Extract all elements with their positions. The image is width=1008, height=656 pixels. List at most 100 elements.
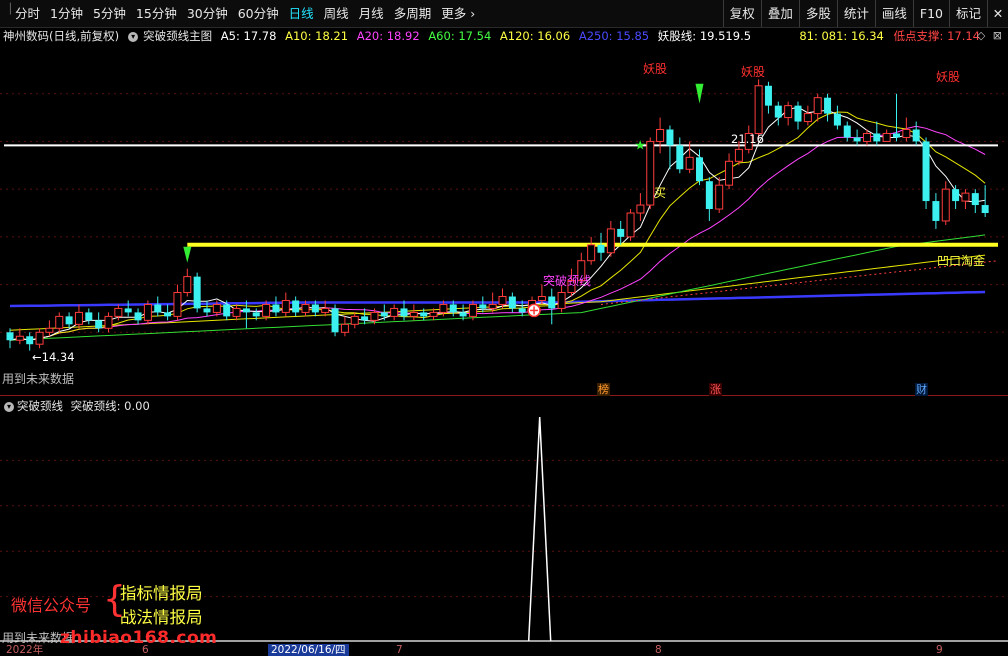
candle-body[interactable] (252, 312, 260, 317)
candle-body[interactable] (774, 105, 782, 118)
candle-body[interactable] (636, 204, 645, 214)
candle-body[interactable] (390, 307, 399, 317)
candle-body[interactable] (35, 331, 44, 345)
candle-body[interactable] (272, 304, 280, 313)
candle-body[interactable] (803, 113, 812, 123)
candle-body[interactable] (764, 85, 772, 106)
candle-body[interactable] (104, 315, 113, 329)
candle-body[interactable] (154, 304, 162, 313)
candle-body[interactable] (862, 132, 871, 142)
candle-body[interactable] (754, 85, 763, 134)
candle-body[interactable] (143, 303, 152, 321)
candle-body[interactable] (232, 307, 241, 317)
candle-body[interactable] (922, 141, 930, 202)
badge-zhang[interactable]: 涨 (709, 383, 722, 396)
candle-body[interactable] (981, 205, 989, 213)
candle-body[interactable] (193, 276, 201, 309)
candle-body[interactable] (617, 228, 625, 237)
candle-body[interactable] (468, 303, 477, 317)
candle-body[interactable] (932, 201, 940, 221)
candle-body[interactable] (715, 184, 724, 210)
candle-body[interactable] (114, 307, 123, 317)
candle-body[interactable] (340, 323, 349, 333)
badge-cai[interactable]: 财 (915, 383, 928, 396)
candle-body[interactable] (794, 105, 802, 122)
candle-body[interactable] (676, 145, 684, 170)
candle-body[interactable] (55, 315, 64, 329)
candle-body[interactable] (646, 140, 655, 206)
kline-chart[interactable]: ★ (0, 0, 1008, 656)
candle-body[interactable] (65, 316, 73, 325)
candle-body[interactable] (409, 311, 418, 317)
candle-body[interactable] (15, 335, 24, 341)
candle-body[interactable] (685, 156, 694, 170)
candle-body[interactable] (587, 244, 596, 262)
candle-body[interactable] (262, 303, 271, 317)
sub-indicator-dropdown-icon[interactable]: ▾ (4, 401, 14, 412)
candle-body[interactable] (380, 312, 388, 317)
candle-body[interactable] (705, 181, 713, 210)
candle-body[interactable] (459, 312, 467, 317)
candle-body[interactable] (518, 308, 526, 313)
candle-body[interactable] (971, 193, 979, 206)
candle-body[interactable] (449, 304, 457, 313)
candle-body[interactable] (301, 303, 310, 313)
candle-body[interactable] (548, 296, 556, 309)
candle-body[interactable] (941, 188, 950, 222)
candle-body[interactable] (242, 308, 250, 313)
candle-body[interactable] (212, 303, 221, 313)
candle-body[interactable] (537, 296, 546, 301)
candle-body[interactable] (370, 311, 379, 321)
candle-body[interactable] (626, 212, 635, 238)
candle-body[interactable] (961, 192, 970, 202)
candle-body[interactable] (321, 307, 330, 313)
candle-body[interactable] (696, 157, 703, 182)
candle-body[interactable] (882, 132, 891, 142)
candle-body[interactable] (734, 148, 743, 162)
candle-body[interactable] (597, 244, 605, 253)
candle-body[interactable] (902, 129, 911, 138)
candle-body[interactable] (479, 304, 487, 309)
candle-body[interactable] (223, 304, 231, 317)
candle-body[interactable] (85, 312, 93, 321)
candle-body[interactable] (557, 292, 566, 309)
candle-body[interactable] (666, 129, 674, 146)
candle-body[interactable] (164, 312, 172, 317)
candle-body[interactable] (893, 133, 900, 138)
candle-body[interactable] (350, 315, 359, 325)
candle-body[interactable] (183, 276, 192, 294)
candle-body[interactable] (429, 311, 438, 317)
candle-body[interactable] (439, 303, 448, 313)
candle-body[interactable] (498, 296, 507, 305)
badge-bang[interactable]: 榜 (597, 383, 610, 396)
candle-body[interactable] (813, 97, 822, 115)
candle-body[interactable] (173, 292, 182, 317)
candle-body[interactable] (606, 228, 615, 254)
candle-body[interactable] (420, 312, 428, 317)
candle-body[interactable] (784, 105, 793, 119)
candle-body[interactable] (656, 129, 665, 142)
candle-body[interactable] (853, 137, 861, 142)
candle-body[interactable] (95, 320, 103, 329)
candle-body[interactable] (400, 308, 408, 317)
candle-body[interactable] (74, 311, 83, 325)
candle-body[interactable] (45, 327, 54, 333)
candle-body[interactable] (952, 189, 960, 202)
candle-body[interactable] (292, 300, 300, 313)
sub-indicator-name[interactable]: 突破颈线 (17, 399, 63, 413)
candle-body[interactable] (843, 125, 851, 138)
candle-body[interactable] (361, 316, 369, 321)
candle-body[interactable] (488, 303, 497, 309)
candle-body[interactable] (508, 296, 516, 309)
candle-body[interactable] (912, 129, 920, 142)
candle-body[interactable] (134, 312, 142, 321)
candle-body[interactable] (311, 304, 319, 313)
candle-body[interactable] (833, 113, 841, 126)
candle-body[interactable] (725, 160, 734, 186)
candle-body[interactable] (331, 308, 339, 333)
candle-body[interactable] (26, 336, 34, 345)
candle-body[interactable] (124, 308, 132, 313)
candle-body[interactable] (281, 299, 290, 313)
candle-body[interactable] (6, 332, 14, 341)
candle-body[interactable] (203, 308, 211, 313)
